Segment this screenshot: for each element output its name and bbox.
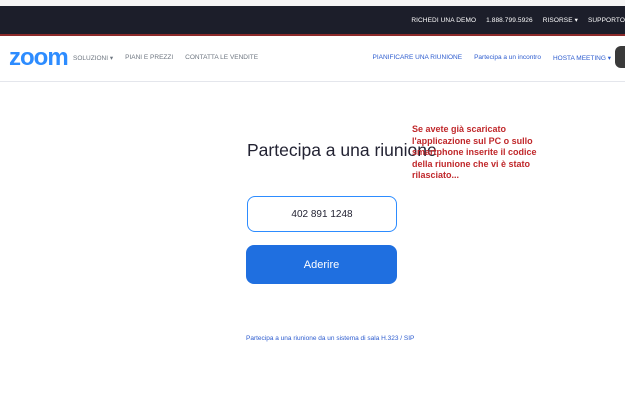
meeting-id-input[interactable] (247, 196, 397, 232)
main-navigation: zoom SOLUZIONI ▾ PIANI E PREZZI CONTATTA… (0, 36, 625, 82)
h323-sip-link[interactable]: Partecipa a una riunione da un sistema d… (246, 335, 414, 342)
nav-right-menu: PIANIFICARE UNA RIUNIONE Partecipa a un … (373, 54, 611, 62)
nav-join-meeting[interactable]: Partecipa a un incontro (474, 54, 541, 62)
resources-menu[interactable]: RISORSE ▾ (543, 16, 578, 24)
annotation-line: della riunione che vi è stato (412, 158, 531, 169)
topbar-links: RICHEDI UNA DEMO 1.888.799.5926 RISORSE … (411, 6, 625, 34)
join-button[interactable]: Aderire (246, 245, 397, 284)
nav-schedule-meeting[interactable]: PIANIFICARE UNA RIUNIONE (373, 54, 463, 62)
nav-plans-pricing[interactable]: PIANI E PREZZI (125, 54, 173, 62)
nav-host-meeting-menu[interactable]: HOSTA MEETING ▾ (553, 54, 611, 62)
annotation-line: rilasciato... (412, 170, 460, 180)
request-demo-link[interactable]: RICHEDI UNA DEMO (411, 17, 476, 24)
nav-solutions-menu[interactable]: SOLUZIONI ▾ (73, 54, 113, 62)
phone-number-link[interactable]: 1.888.799.5926 (486, 17, 533, 24)
support-link[interactable]: SUPPORTO (588, 17, 625, 24)
avatar[interactable] (615, 46, 625, 68)
top-utility-bar: RICHEDI UNA DEMO 1.888.799.5926 RISORSE … (0, 6, 625, 34)
nav-contact-sales[interactable]: CONTATTA LE VENDITE (185, 54, 258, 62)
zoom-logo[interactable]: zoom (9, 44, 69, 72)
annotation-line: smartphone inserite il codice (412, 147, 537, 157)
nav-left-menu: SOLUZIONI ▾ PIANI E PREZZI CONTATTA LE V… (73, 54, 258, 62)
instruction-annotation: Se avete già scaricato l'applicazione su… (412, 124, 552, 182)
annotation-line: l'applicazione sul PC o sullo (412, 135, 533, 146)
annotation-line: Se avete già scaricato (412, 124, 507, 134)
